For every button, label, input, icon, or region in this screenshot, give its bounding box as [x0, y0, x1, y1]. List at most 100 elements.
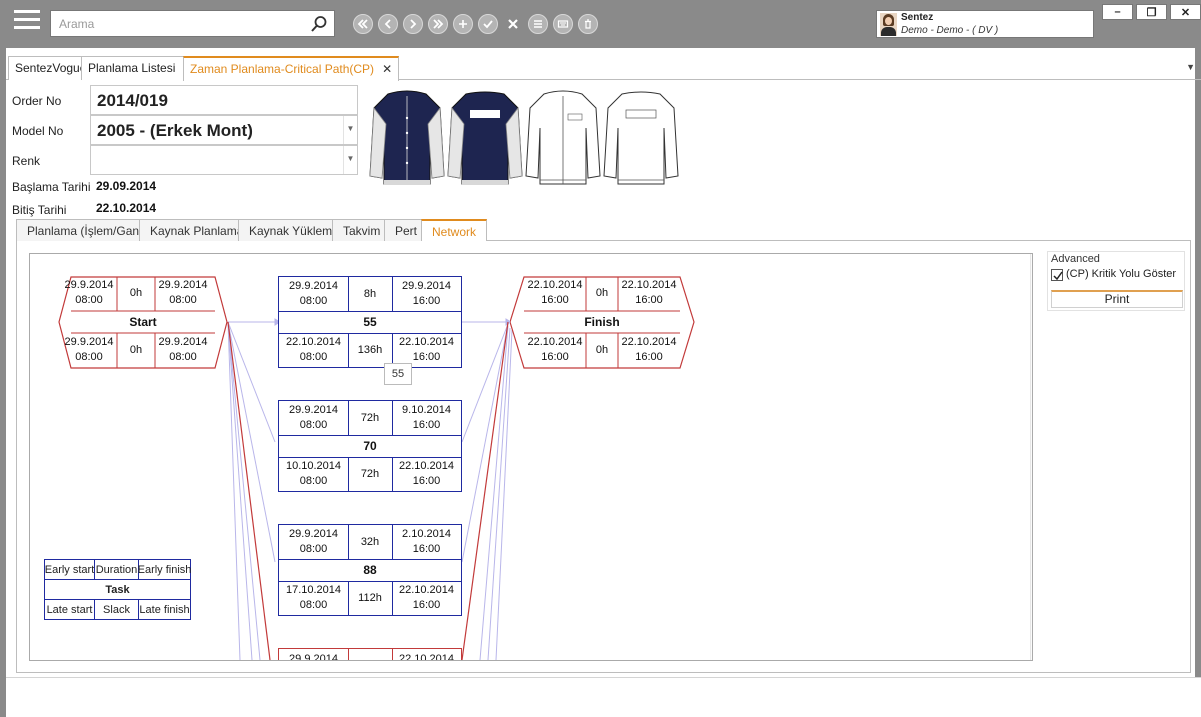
- close-tab-icon[interactable]: ✕: [382, 62, 392, 76]
- early-finish: 29.9.2014 16:00: [402, 280, 451, 307]
- check-icon[interactable]: [478, 14, 498, 34]
- node-start[interactable]: 29.9.2014 08:00 0h 29.9.2014 08:00 Start 2…: [44, 276, 282, 369]
- early-start: 29.9.2014: [289, 653, 338, 661]
- keyboard-icon[interactable]: [553, 14, 573, 34]
- early-finish: 9.10.2014 16:00: [402, 404, 451, 431]
- tab-label: Zaman Planlama-Critical Path(CP): [190, 62, 375, 76]
- node-task-88[interactable]: 29.9.2014 08:00 32h 2.10.2014 16:00 88 17.…: [278, 524, 462, 616]
- avatar: [880, 13, 897, 36]
- order-no-label: Order No: [12, 94, 62, 108]
- search-box: [50, 10, 335, 37]
- model-no-combo[interactable]: 2005 - (Erkek Mont) ▼: [90, 115, 358, 145]
- product-image-back-sketch[interactable]: [602, 88, 680, 190]
- duration: 0h: [595, 286, 609, 299]
- node-task-55[interactable]: 29.9.2014 08:00 8h 29.9.2014 16:00 55 22.1…: [278, 276, 462, 368]
- duration: 72h: [360, 411, 380, 424]
- tab-label: Planlama Listesi: [88, 61, 176, 75]
- product-image-back-navy[interactable]: [446, 88, 524, 190]
- link-label: 55: [384, 363, 412, 385]
- early-finish: 29.9.2014 08:00: [158, 279, 208, 306]
- tab-takvim[interactable]: Takvim: [332, 219, 392, 241]
- early-start: 29.9.2014 08:00: [289, 280, 338, 307]
- vertical-scrollbar[interactable]: ▲ ▼: [1030, 254, 1032, 660]
- node-task-critical-partial[interactable]: 29.9.2014 22.10.2014: [278, 648, 462, 661]
- start-date-value: 29.09.2014: [96, 179, 157, 193]
- end-date-value: 22.10.2014: [96, 201, 157, 215]
- early-finish: 22.10.2014 16:00: [621, 279, 677, 306]
- late-finish: 22.10.2014 16:00: [398, 336, 455, 363]
- legend-late-start: Late start: [45, 600, 95, 620]
- chevron-right-icon[interactable]: [403, 14, 423, 34]
- double-chevron-left-icon[interactable]: [353, 14, 373, 34]
- window-controls: – ❐ ✕: [1102, 4, 1201, 20]
- node-finish[interactable]: 22.10.2014 16:00 0h 22.10.2014 16:00 Finis…: [510, 276, 748, 369]
- tab-network[interactable]: Network: [421, 219, 488, 243]
- early-start: 29.9.2014 08:00: [289, 528, 338, 555]
- chevron-down-icon[interactable]: ▼: [343, 116, 357, 144]
- late-finish: 22.10.2014 16:00: [398, 460, 455, 487]
- legend-slack: Slack: [95, 600, 139, 620]
- legend-early-start: Early start: [45, 560, 95, 579]
- order-no-field[interactable]: 2014/019: [90, 85, 358, 115]
- document-tabs: SentezVogue Planlama Listesi ✕ Zaman Plan…: [6, 54, 1201, 81]
- slack: 72h: [360, 467, 380, 480]
- model-no-value: 2005 - (Erkek Mont): [97, 121, 253, 140]
- minimize-button[interactable]: –: [1102, 4, 1133, 20]
- chevron-left-icon[interactable]: [378, 14, 398, 34]
- network-panel: 29.9.2014 08:00 0h 29.9.2014 08:00 Start 2…: [16, 241, 1191, 673]
- search-icon[interactable]: [310, 15, 328, 33]
- legend-duration: Duration: [95, 560, 139, 579]
- double-chevron-right-icon[interactable]: [428, 14, 448, 34]
- advanced-title: Advanced: [1051, 253, 1100, 265]
- restore-button[interactable]: ❐: [1136, 4, 1167, 20]
- duration: 0h: [129, 286, 143, 299]
- slack: 0h: [129, 343, 143, 356]
- product-image-front-navy[interactable]: [368, 88, 446, 190]
- early-finish: 2.10.2014 16:00: [402, 528, 451, 555]
- x-icon[interactable]: [503, 14, 523, 34]
- tab-planlama-gant[interactable]: Planlama (İşlem/Gant): [16, 219, 158, 241]
- search-input[interactable]: [51, 11, 301, 36]
- task-name: 70: [363, 439, 377, 453]
- trash-icon[interactable]: [578, 14, 598, 34]
- print-button[interactable]: Print: [1051, 290, 1183, 308]
- critical-path-checkbox[interactable]: [1051, 269, 1063, 281]
- node-task-70[interactable]: 29.9.2014 08:00 72h 9.10.2014 16:00 70 10.…: [278, 400, 462, 492]
- plus-icon[interactable]: [453, 14, 473, 34]
- late-start: 17.10.2014 08:00: [285, 584, 342, 611]
- late-finish: 29.9.2014 08:00: [158, 336, 208, 363]
- check-icon: [1053, 271, 1063, 281]
- task-name: 55: [363, 315, 377, 329]
- legend-task: Task: [105, 583, 130, 596]
- task-name: Start: [129, 314, 157, 329]
- renk-label: Renk: [12, 154, 41, 168]
- late-start: 22.10.2014 08:00: [285, 336, 342, 363]
- chevron-down-icon[interactable]: ▼: [1186, 62, 1195, 72]
- duration: 32h: [360, 535, 380, 548]
- record-toolbar: [353, 14, 598, 36]
- chevron-down-icon[interactable]: ▼: [343, 146, 357, 174]
- hamburger-menu-icon[interactable]: [14, 10, 40, 36]
- critical-path-label[interactable]: (CP) Kritik Yolu Göster: [1066, 268, 1176, 280]
- late-start: 29.9.2014 08:00: [64, 336, 114, 363]
- late-start: 22.10.2014 16:00: [527, 336, 583, 363]
- renk-combo[interactable]: ▼: [90, 145, 358, 175]
- user-company: Demo - Demo - ( DV ): [901, 25, 999, 36]
- user-panel[interactable]: Sentez Demo - Demo - ( DV ): [876, 10, 1094, 38]
- status-bar: [6, 677, 1201, 717]
- tab-zaman-planlama[interactable]: Zaman Planlama-Critical Path(CP) ✕: [183, 56, 400, 81]
- advanced-panel: Advanced (CP) Kritik Yolu Göster Print: [1047, 251, 1185, 311]
- network-canvas[interactable]: 29.9.2014 08:00 0h 29.9.2014 08:00 Start 2…: [29, 253, 1033, 661]
- legend-early-finish: Early finish: [137, 563, 192, 576]
- network-legend: Early start Duration Early finish Task L…: [44, 559, 191, 620]
- early-start: 29.9.2014 08:00: [64, 279, 114, 306]
- tab-label: SentezVogue: [15, 61, 87, 75]
- early-start: 29.9.2014 08:00: [289, 404, 338, 431]
- list-icon[interactable]: [528, 14, 548, 34]
- end-date-label: Bitiş Tarihi: [12, 203, 67, 217]
- slack: 136h: [357, 343, 383, 356]
- close-button[interactable]: ✕: [1170, 4, 1201, 20]
- top-bar: Sentez Demo - Demo - ( DV ) – ❐ ✕: [6, 0, 1201, 48]
- legend-late-finish: Late finish: [139, 604, 190, 616]
- product-image-front-sketch[interactable]: [524, 88, 602, 190]
